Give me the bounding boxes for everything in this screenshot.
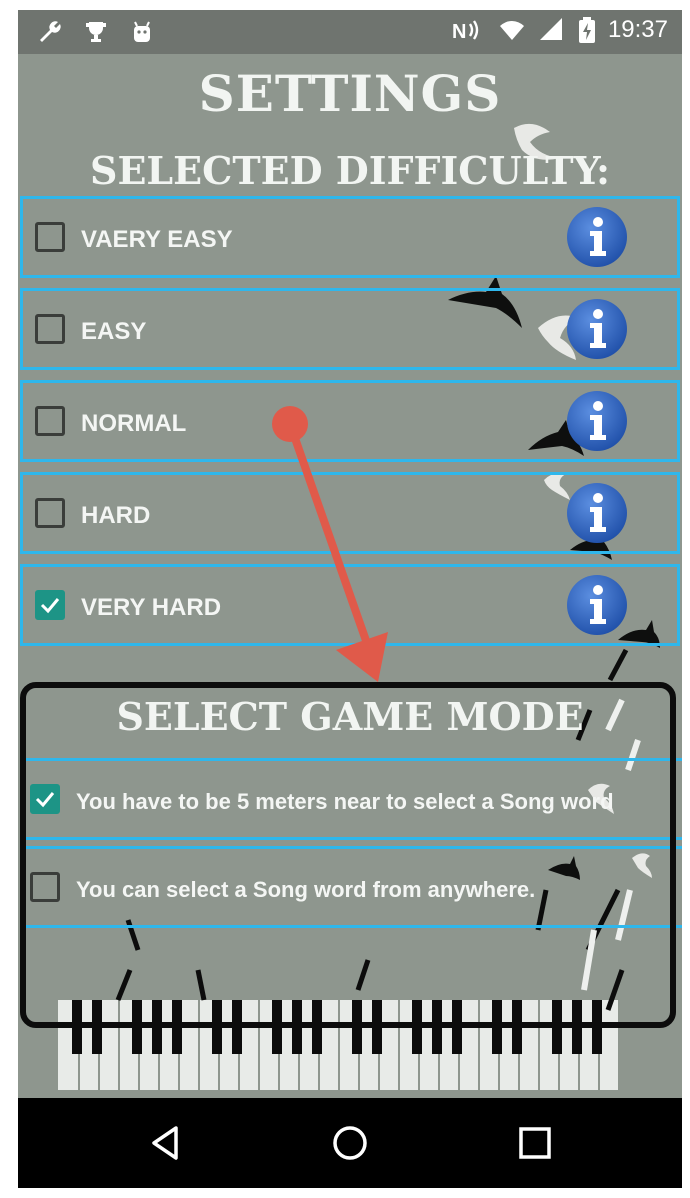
back-icon[interactable] xyxy=(144,1120,190,1166)
difficulty-label: NORMAL xyxy=(81,410,187,437)
difficulty-option-normal[interactable]: NORMAL xyxy=(20,380,680,462)
difficulty-option-very-hard[interactable]: VERY HARD xyxy=(20,564,680,646)
difficulty-label: VERY HARD xyxy=(81,594,222,621)
android-icon xyxy=(134,21,150,42)
phone-screen: N 19:37 SETTINGS SELECTED DIFFICULTY: VA… xyxy=(18,10,682,1188)
annotation-highlight-box xyxy=(20,682,676,1028)
info-icon[interactable] xyxy=(565,389,629,453)
check-icon xyxy=(40,598,60,614)
wifi-icon xyxy=(499,21,524,40)
checkbox[interactable] xyxy=(35,222,65,252)
checkbox-checked[interactable] xyxy=(35,590,65,620)
wrench-icon xyxy=(40,21,61,42)
info-icon[interactable] xyxy=(565,297,629,361)
difficulty-label: EASY xyxy=(81,318,147,345)
difficulty-heading: SELECTED DIFFICULTY: xyxy=(90,148,610,193)
trophy-icon xyxy=(86,22,106,42)
checkbox[interactable] xyxy=(35,314,65,344)
difficulty-label: HARD xyxy=(81,502,151,529)
difficulty-label: VAERY EASY xyxy=(81,226,233,253)
info-icon[interactable] xyxy=(565,573,629,637)
signal-icon xyxy=(539,18,562,40)
info-icon[interactable] xyxy=(565,481,629,545)
difficulty-option-hard[interactable]: HARD xyxy=(20,472,680,554)
navigation-bar xyxy=(18,1098,682,1188)
status-time: 19:37 xyxy=(607,16,668,43)
info-icon[interactable] xyxy=(565,205,629,269)
battery-icon xyxy=(578,17,595,43)
svg-text:N: N xyxy=(452,21,466,43)
difficulty-option-very-easy[interactable]: VAERY EASY xyxy=(20,196,680,278)
checkbox[interactable] xyxy=(35,498,65,528)
difficulty-option-easy[interactable]: EASY xyxy=(20,288,680,370)
checkbox[interactable] xyxy=(35,406,65,436)
page-title: SETTINGS xyxy=(198,64,502,123)
status-bar: N 19:37 xyxy=(18,10,682,54)
nfc-icon: N xyxy=(452,20,479,43)
recents-icon[interactable] xyxy=(512,1120,558,1166)
home-icon[interactable] xyxy=(327,1120,373,1166)
